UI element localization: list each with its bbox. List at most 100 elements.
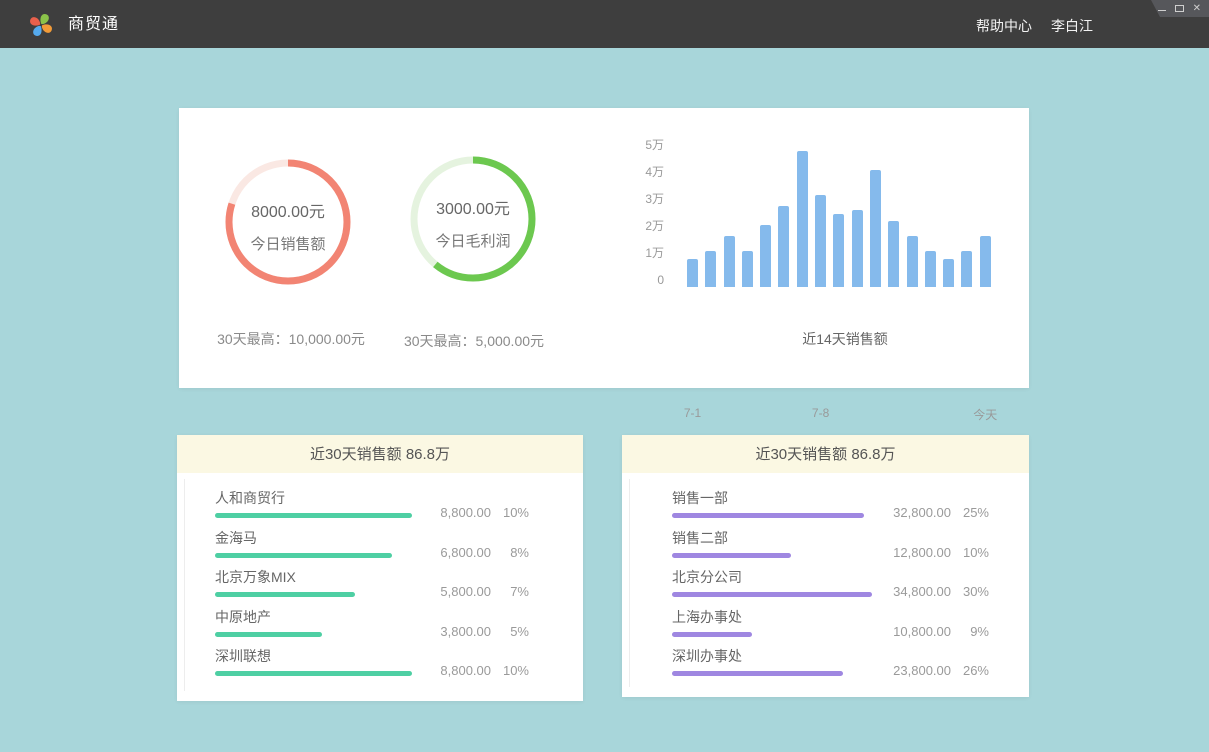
panel-item-amount: 34,800.00 xyxy=(881,584,951,599)
panel-row: 北京分公司34,800.0030% xyxy=(672,569,989,609)
panel-item-bar xyxy=(672,513,864,518)
daily-sales-bar xyxy=(833,214,844,287)
panel-item-percent: 10% xyxy=(491,663,529,678)
y-tick: 1万 xyxy=(609,246,664,260)
panel-item-bar xyxy=(215,513,412,518)
today-profit-value: 3000.00元 xyxy=(436,195,510,219)
panel-item-value: 23,800.0026% xyxy=(881,663,989,678)
panel-item-amount: 23,800.00 xyxy=(881,663,951,678)
department-panel-title: 近30天销售额 86.8万 xyxy=(755,446,895,463)
daily-sales-bar xyxy=(760,225,771,287)
close-icon[interactable]: ✕ xyxy=(1193,4,1201,14)
panel-item-amount: 8,800.00 xyxy=(421,663,491,678)
daily-sales-bar xyxy=(888,221,899,287)
panel-item-percent: 10% xyxy=(491,505,529,520)
panel-item-amount: 5,800.00 xyxy=(421,584,491,599)
profit-30day-max: 30天最高：5,000.00元 xyxy=(344,331,604,351)
panel-item-amount: 32,800.00 xyxy=(881,505,951,520)
daily-sales-bar xyxy=(907,236,918,287)
panel-row: 深圳办事处23,800.0026% xyxy=(672,648,989,688)
x-tick: 7-1 xyxy=(684,406,701,420)
customer-panel-title: 近30天销售额 86.8万 xyxy=(310,446,450,463)
panel-row: 销售一部32,800.0025% xyxy=(672,490,989,530)
today-sales-value: 8000.00元 xyxy=(251,198,325,222)
panel-row: 金海马6,800.008% xyxy=(215,530,529,570)
overview-card: 8000.00元 今日销售额 30天最高：10,000.00元 3000.00元… xyxy=(179,108,1029,388)
panel-item-value: 34,800.0030% xyxy=(881,584,989,599)
today-sales-label: 今日销售额 xyxy=(250,233,325,254)
panel-item-percent: 10% xyxy=(951,545,989,560)
daily-sales-bar xyxy=(815,195,826,287)
panel-row: 北京万象MIX5,800.007% xyxy=(215,569,529,609)
daily-sales-bar xyxy=(925,251,936,287)
daily-sales-bar xyxy=(852,210,863,287)
y-tick: 0 xyxy=(609,273,664,287)
panel-row: 深圳联想8,800.0010% xyxy=(215,648,529,688)
department-sales-panel: 近30天销售额 86.8万 销售一部32,800.0025%销售二部12,800… xyxy=(622,435,1029,697)
window-controls: ✕ xyxy=(1151,0,1209,17)
panel-item-value: 3,800.005% xyxy=(421,624,529,639)
today-sales-ring: 8000.00元 今日销售额 xyxy=(218,152,358,292)
panel-item-value: 10,800.009% xyxy=(881,624,989,639)
panel-item-percent: 26% xyxy=(951,663,989,678)
panel-row: 中原地产3,800.005% xyxy=(215,609,529,649)
panel-row: 上海办事处10,800.009% xyxy=(672,609,989,649)
daily-sales-bar xyxy=(778,206,789,287)
app-title: 商贸通 xyxy=(68,0,119,48)
maximize-icon[interactable] xyxy=(1175,4,1184,14)
panel-item-bar xyxy=(215,592,355,597)
panel-row: 销售二部12,800.0010% xyxy=(672,530,989,570)
panel-item-percent: 8% xyxy=(491,545,529,560)
daily-sales-bar xyxy=(742,251,753,287)
panel-item-amount: 8,800.00 xyxy=(421,505,491,520)
help-center-link[interactable]: 帮助中心 xyxy=(976,16,1032,36)
daily-sales-bar xyxy=(961,251,972,287)
panel-item-bar xyxy=(215,553,392,558)
panel-item-percent: 9% xyxy=(951,624,989,639)
daily-sales-bar xyxy=(797,151,808,287)
panel-item-value: 8,800.0010% xyxy=(421,663,529,678)
panel-item-value: 12,800.0010% xyxy=(881,545,989,560)
x-tick: 今天 xyxy=(973,406,997,423)
panel-item-amount: 10,800.00 xyxy=(881,624,951,639)
minimize-icon[interactable] xyxy=(1158,4,1166,14)
panel-row: 人和商贸行8,800.0010% xyxy=(215,490,529,530)
daily-sales-bar xyxy=(980,236,991,287)
panel-item-bar xyxy=(672,592,872,597)
today-profit-ring: 3000.00元 今日毛利润 xyxy=(403,149,543,289)
today-profit-label: 今日毛利润 xyxy=(435,230,510,251)
panel-item-value: 8,800.0010% xyxy=(421,505,529,520)
panel-item-bar xyxy=(672,553,791,558)
y-tick: 5万 xyxy=(609,138,664,152)
y-tick: 2万 xyxy=(609,219,664,233)
panel-item-bar xyxy=(215,671,412,676)
app-logo-pinwheel-icon xyxy=(28,12,54,38)
daily-sales-bar xyxy=(705,251,716,287)
user-name-link[interactable]: 李白江 xyxy=(1051,16,1093,36)
daily-sales-bar xyxy=(724,236,735,287)
panel-item-percent: 5% xyxy=(491,624,529,639)
x-tick: 7-8 xyxy=(812,406,829,420)
customer-sales-panel: 近30天销售额 86.8万 人和商贸行8,800.0010%金海马6,800.0… xyxy=(177,435,583,701)
panel-item-value: 6,800.008% xyxy=(421,545,529,560)
y-tick: 3万 xyxy=(609,192,664,206)
daily-chart-title: 近14天销售额 xyxy=(745,329,945,349)
titlebar: 商贸通 帮助中心 李白江 ✕ xyxy=(0,0,1209,48)
panel-item-percent: 25% xyxy=(951,505,989,520)
panel-item-bar xyxy=(672,632,752,637)
panel-item-bar xyxy=(672,671,843,676)
panel-item-percent: 30% xyxy=(951,584,989,599)
panel-item-value: 5,800.007% xyxy=(421,584,529,599)
daily-chart-y-axis: 5万 4万 3万 2万 1万 0 xyxy=(609,108,664,308)
panel-item-value: 32,800.0025% xyxy=(881,505,989,520)
panel-item-percent: 7% xyxy=(491,584,529,599)
daily-sales-bar xyxy=(687,259,698,287)
daily-sales-bars xyxy=(687,138,991,287)
panel-item-amount: 12,800.00 xyxy=(881,545,951,560)
panel-item-amount: 3,800.00 xyxy=(421,624,491,639)
panel-item-amount: 6,800.00 xyxy=(421,545,491,560)
daily-sales-bar xyxy=(870,170,881,287)
daily-sales-bar xyxy=(943,259,954,287)
panel-item-bar xyxy=(215,632,322,637)
y-tick: 4万 xyxy=(609,165,664,179)
